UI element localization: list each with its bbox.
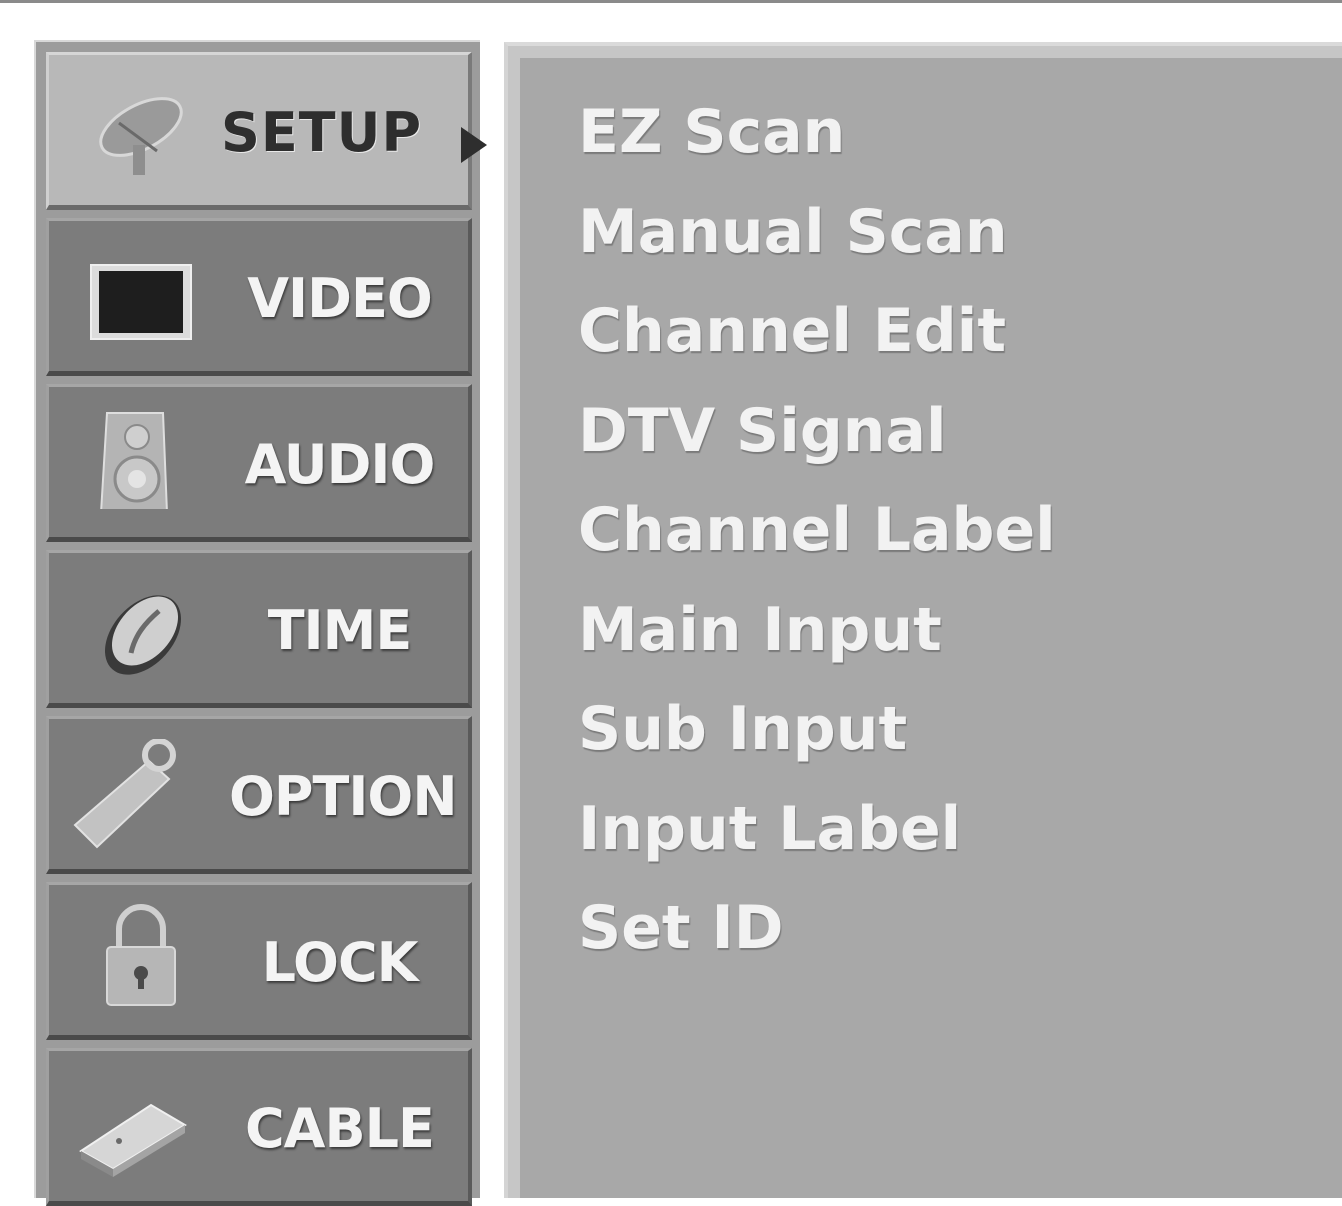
submenu-arrow-icon — [461, 127, 487, 163]
category-label-audio: AUDIO — [244, 433, 436, 496]
monitor-icon — [79, 255, 199, 345]
submenu-item-input-label[interactable]: Input Label — [578, 789, 1056, 889]
category-sidebar: SETUP VIDEO AUDIO TIME OPTION LOCK CABLE — [34, 40, 487, 1206]
remote-control-icon — [73, 739, 199, 849]
category-label-video: VIDEO — [247, 267, 433, 330]
clock-icon — [79, 587, 199, 677]
category-label-option: OPTION — [229, 765, 458, 828]
category-label-lock: LOCK — [261, 931, 419, 994]
submenu-item-sub-input[interactable]: Sub Input — [578, 689, 1056, 789]
category-time[interactable]: TIME — [46, 550, 472, 708]
submenu-item-main-input[interactable]: Main Input — [578, 590, 1056, 690]
category-audio[interactable]: AUDIO — [46, 384, 472, 542]
submenu-list: EZ Scan Manual Scan Channel Edit DTV Sig… — [578, 92, 1056, 988]
submenu-item-ez-scan[interactable]: EZ Scan — [578, 92, 1056, 192]
satellite-dish-icon — [79, 89, 199, 179]
cable-card-icon — [79, 1085, 199, 1177]
submenu-item-set-id[interactable]: Set ID — [578, 888, 1056, 988]
submenu-item-manual-scan[interactable]: Manual Scan — [578, 192, 1056, 292]
submenu-item-dtv-signal[interactable]: DTV Signal — [578, 391, 1056, 491]
category-label-time: TIME — [267, 599, 413, 662]
category-label-setup: SETUP — [221, 101, 423, 164]
padlock-icon — [79, 904, 199, 1009]
category-option[interactable]: OPTION — [46, 716, 472, 874]
category-label-cable: CABLE — [245, 1097, 435, 1160]
category-lock[interactable]: LOCK — [46, 882, 472, 1040]
top-divider — [0, 0, 1342, 3]
submenu-item-channel-edit[interactable]: Channel Edit — [578, 291, 1056, 391]
submenu-item-channel-label[interactable]: Channel Label — [578, 490, 1056, 590]
category-setup[interactable]: SETUP — [46, 52, 487, 210]
speaker-icon — [79, 412, 199, 511]
category-cable[interactable]: CABLE — [46, 1048, 472, 1206]
category-video[interactable]: VIDEO — [46, 218, 472, 376]
